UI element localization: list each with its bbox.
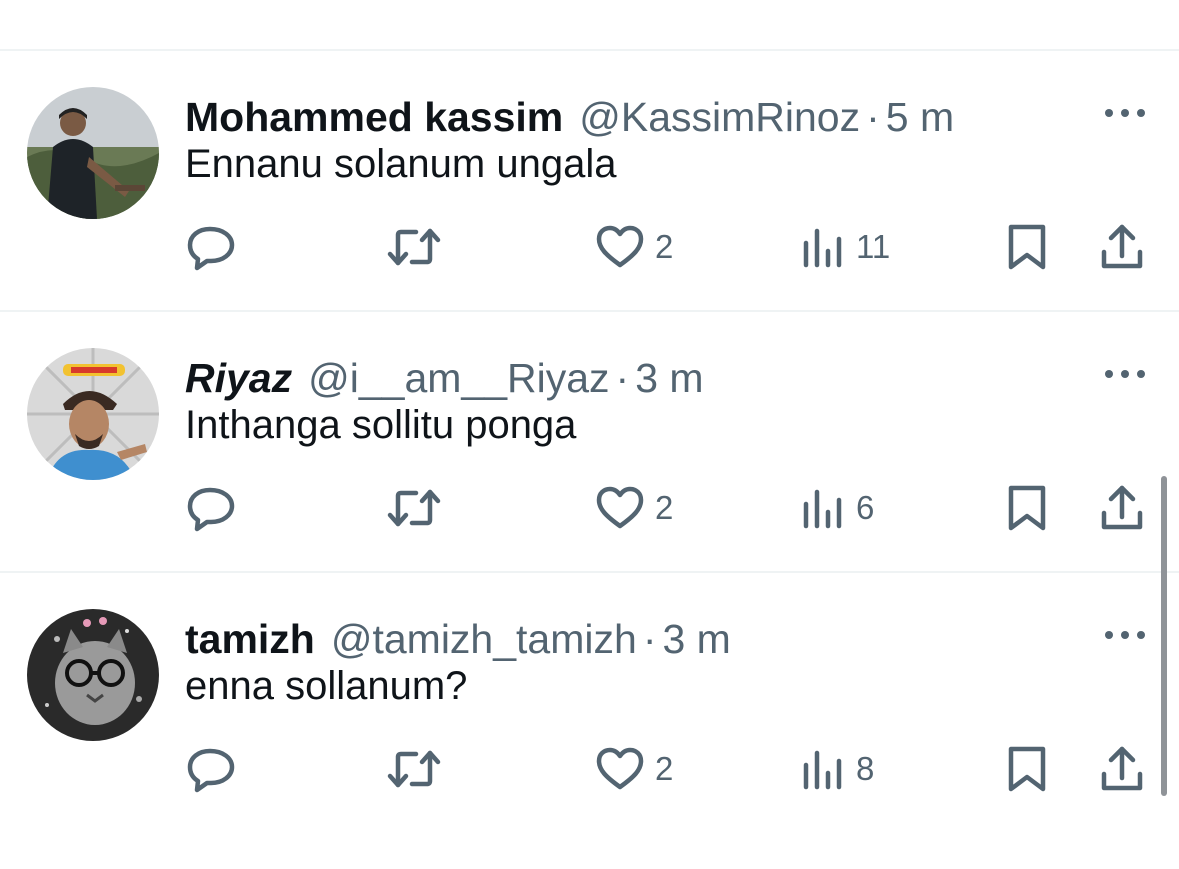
reply-icon [187, 748, 235, 793]
avatar[interactable] [27, 609, 159, 741]
separator: · [642, 615, 657, 662]
action-bar: 2 6 [0, 478, 1179, 538]
more-horizontal-icon[interactable] [1102, 103, 1148, 123]
views-button[interactable]: 8 [802, 739, 874, 799]
views-chart-icon [803, 489, 842, 529]
divider [0, 571, 1179, 573]
separator: · [615, 354, 630, 401]
views-button[interactable]: 11 [802, 217, 890, 277]
retweet-icon [387, 489, 441, 527]
views-button[interactable]: 6 [802, 478, 874, 538]
retweet-button[interactable] [385, 478, 443, 538]
timestamp[interactable]: 3 m [662, 616, 730, 663]
retweet-button[interactable] [385, 739, 443, 799]
scrollbar[interactable] [1161, 476, 1167, 796]
avatar[interactable] [27, 87, 159, 219]
like-count: 2 [655, 228, 674, 265]
display-name[interactable]: Mohammed kassim [185, 94, 563, 141]
bookmark-icon [1008, 485, 1046, 531]
tweet-header: Riyaz @i__am__Riyaz · 3 m [185, 348, 704, 408]
action-bar: 2 11 [0, 217, 1179, 277]
reply-icon [187, 226, 235, 271]
bookmark-icon [1008, 224, 1046, 270]
user-handle[interactable]: @i__am__Riyaz [308, 355, 609, 402]
reply-icon [187, 487, 235, 532]
share-button[interactable] [1099, 217, 1145, 277]
reply-button[interactable] [186, 739, 238, 799]
views-chart-icon [803, 228, 842, 268]
views-chart-icon [803, 750, 842, 790]
separator: · [866, 93, 880, 140]
tweet-text: enna sollanum? [185, 664, 468, 708]
tweet-text: Ennanu solanum ungala [185, 142, 617, 186]
view-count: 8 [856, 750, 875, 787]
avatar[interactable] [27, 348, 159, 480]
like-count: 2 [655, 489, 674, 526]
retweet-icon [387, 750, 441, 788]
reply-button[interactable] [186, 478, 238, 538]
like-count: 2 [655, 750, 674, 787]
share-icon [1101, 224, 1143, 269]
reply-button[interactable] [186, 217, 238, 277]
heart-icon [596, 225, 644, 268]
share-button[interactable] [1099, 739, 1145, 799]
heart-icon [596, 486, 644, 529]
action-bar: 2 8 [0, 739, 1179, 799]
top-divider [0, 49, 1179, 51]
timestamp[interactable]: 3 m [635, 355, 703, 402]
like-button[interactable]: 2 [595, 217, 673, 277]
tweet-reply[interactable]: Mohammed kassim @KassimRinoz · 5 m Ennan… [0, 87, 1179, 347]
tweet-text: Inthanga sollitu ponga [185, 403, 577, 447]
more-horizontal-icon[interactable] [1102, 625, 1148, 645]
bookmark-button[interactable] [1005, 217, 1049, 277]
display-name[interactable]: Riyaz [185, 355, 292, 402]
heart-icon [596, 747, 644, 790]
bookmark-button[interactable] [1005, 739, 1049, 799]
view-count: 6 [856, 489, 875, 526]
like-button[interactable]: 2 [595, 739, 673, 799]
retweet-icon [387, 228, 441, 266]
timestamp[interactable]: 5 m [886, 94, 954, 141]
bookmark-icon [1008, 746, 1046, 792]
share-icon [1101, 746, 1143, 791]
tweet-header: Mohammed kassim @KassimRinoz · 5 m [185, 87, 954, 147]
share-button[interactable] [1099, 478, 1145, 538]
more-horizontal-icon[interactable] [1102, 364, 1148, 384]
view-count: 11 [856, 228, 891, 265]
tweet-header: tamizh @tamizh_tamizh · 3 m [185, 609, 731, 669]
tweet-reply[interactable]: Riyaz @i__am__Riyaz · 3 m Inthanga solli… [0, 348, 1179, 608]
user-handle[interactable]: @tamizh_tamizh [331, 616, 637, 663]
like-button[interactable]: 2 [595, 478, 673, 538]
display-name[interactable]: tamizh [185, 616, 315, 663]
tweet-reply[interactable]: tamizh @tamizh_tamizh · 3 m enna sollanu… [0, 609, 1179, 869]
bookmark-button[interactable] [1005, 478, 1049, 538]
share-icon [1101, 485, 1143, 530]
user-handle[interactable]: @KassimRinoz [579, 94, 860, 141]
retweet-button[interactable] [385, 217, 443, 277]
divider [0, 310, 1179, 312]
